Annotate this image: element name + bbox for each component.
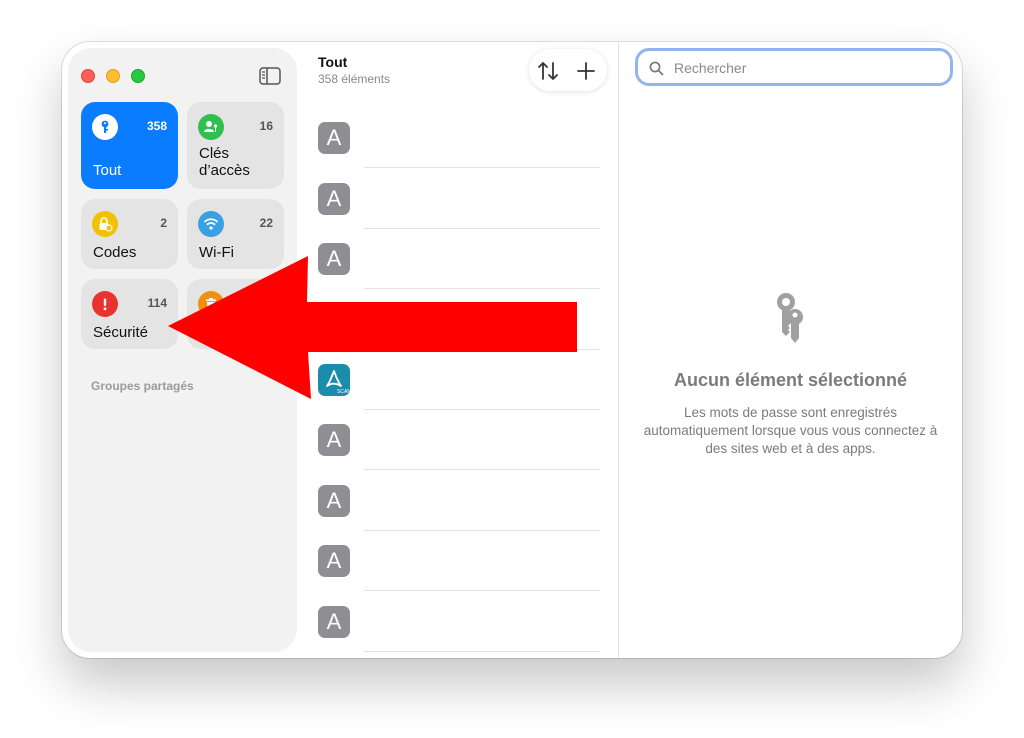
red-arrow-annotation <box>168 256 577 399</box>
arrow-shape <box>168 256 577 399</box>
